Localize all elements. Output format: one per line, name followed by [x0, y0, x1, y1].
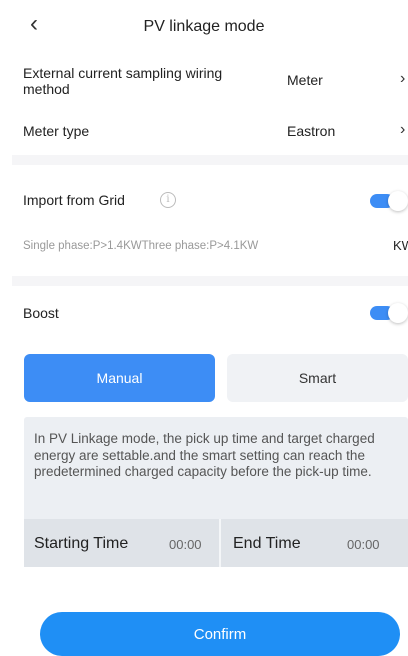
meter-type-value: Eastron	[287, 123, 336, 139]
confirm-button[interactable]: Confirm	[40, 612, 400, 656]
end-time-field[interactable]: End Time 00:00	[221, 519, 408, 567]
boost-toggle[interactable]	[370, 303, 408, 323]
meter-type-label: Meter type	[23, 123, 90, 139]
boost-label: Boost	[23, 305, 59, 321]
section-divider	[12, 276, 408, 286]
wiring-method-value: Meter	[287, 72, 323, 88]
starting-time-value: 00:00	[169, 537, 202, 552]
section-divider	[12, 155, 408, 165]
power-threshold-hint: Single phase:P>1.4KWThree phase:P>4.1KW	[23, 240, 259, 252]
starting-time-field[interactable]: Starting Time 00:00	[24, 519, 219, 567]
import-grid-toggle[interactable]	[370, 191, 408, 211]
end-time-label: End Time	[233, 535, 301, 552]
wiring-method-label: External current sampling wiring method	[23, 65, 223, 97]
manual-mode-button[interactable]: Manual	[24, 354, 215, 402]
smart-mode-button[interactable]: Smart	[227, 354, 408, 402]
page-title: PV linkage mode	[143, 18, 265, 35]
power-unit: KW	[393, 238, 408, 253]
mode-description: In PV Linkage mode, the pick up time and…	[34, 431, 375, 479]
meter-type-row[interactable]: Meter type Eastron ›	[0, 112, 408, 148]
end-time-value: 00:00	[347, 537, 380, 552]
import-grid-label: Import from Grid	[23, 192, 125, 208]
wiring-method-row[interactable]: External current sampling wiring method …	[0, 58, 408, 104]
chevron-right-icon: ›	[400, 121, 406, 138]
chevron-right-icon: ›	[400, 70, 406, 87]
starting-time-label: Starting Time	[34, 535, 129, 552]
info-icon[interactable]: i	[160, 192, 176, 208]
